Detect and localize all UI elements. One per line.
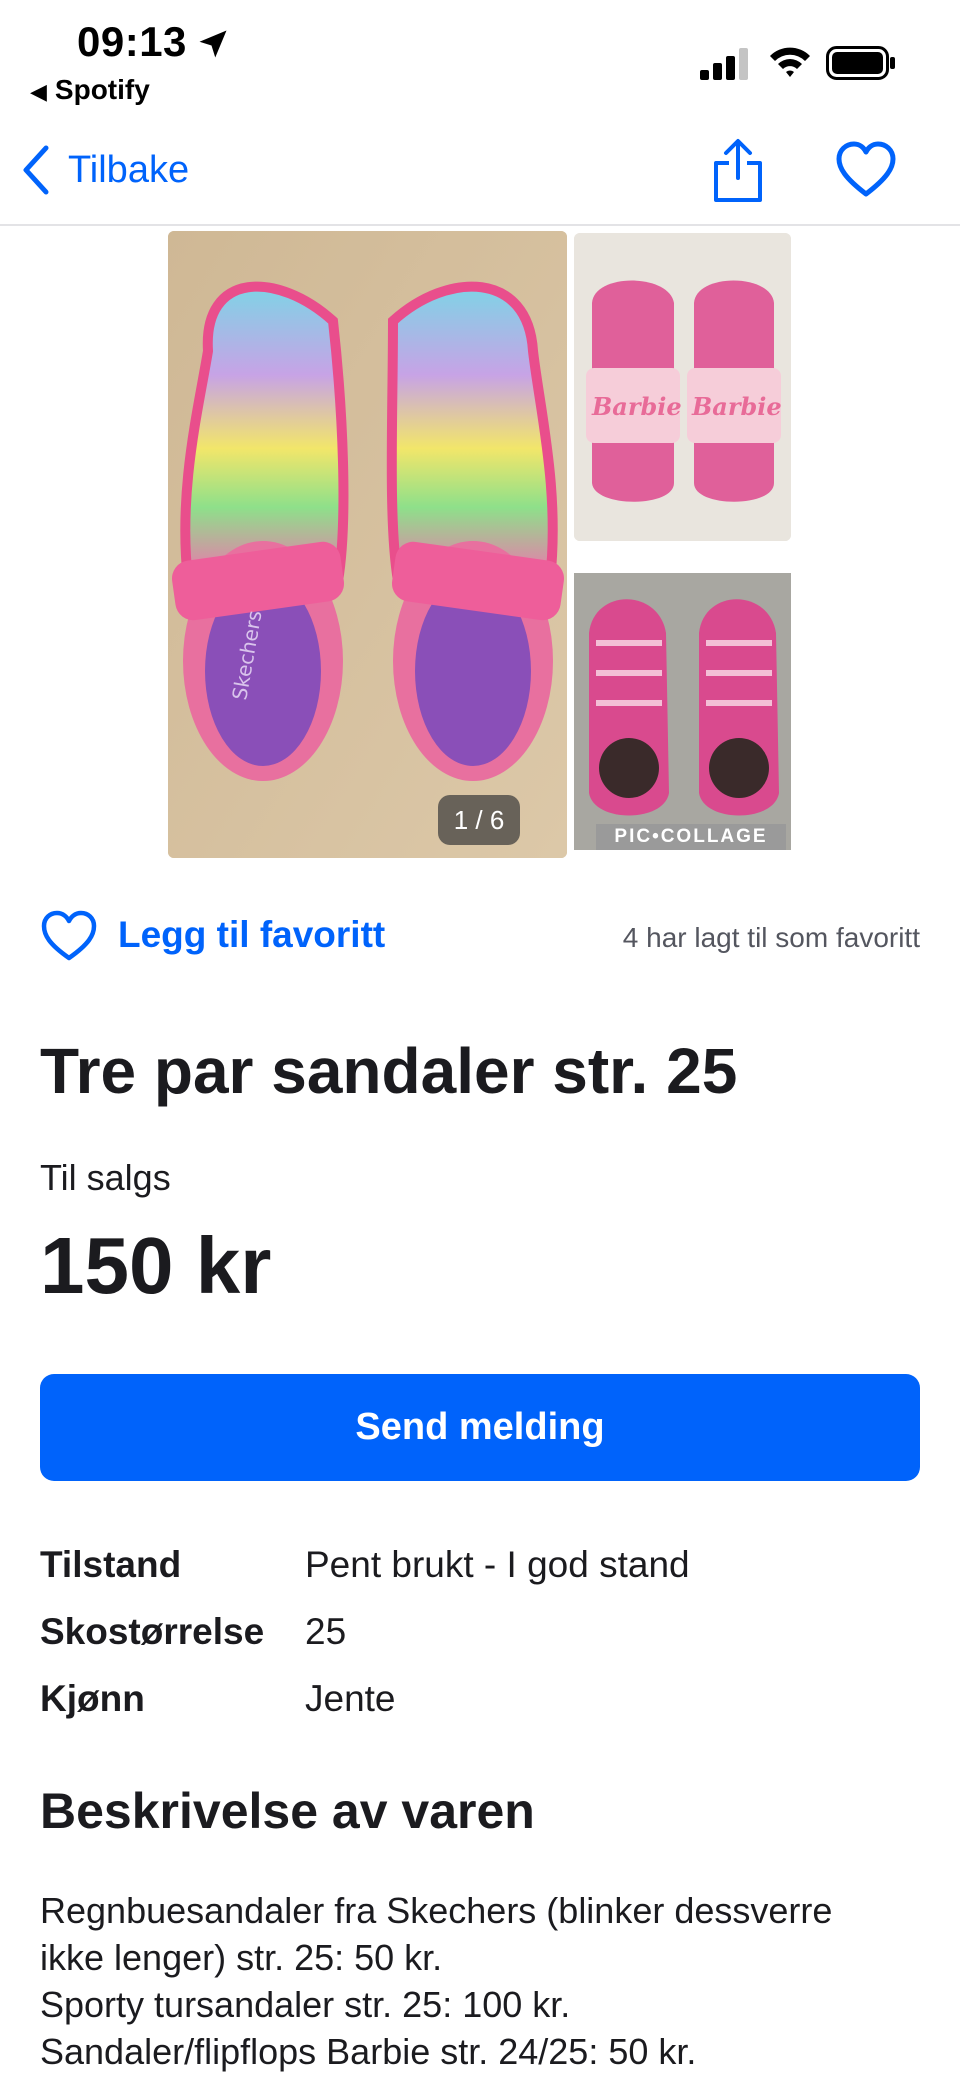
attribute-value: 25 (305, 1611, 347, 1652)
favorite-count: 4 har lagt til som favoritt (622, 922, 920, 953)
back-to-app[interactable]: ◀ Spotify (30, 74, 150, 106)
listing-title: Tre par sandaler str. 25 (40, 1035, 738, 1107)
status-time: 09:13 (77, 18, 187, 65)
send-message-button[interactable]: Send melding (40, 1374, 920, 1481)
attribute-key: Skostørrelse (40, 1611, 265, 1652)
share-icon[interactable] (710, 138, 766, 204)
attribute-key: Kjønn (40, 1678, 145, 1719)
description-line: Sandaler/flipflops Barbie str. 24/25: 50… (40, 2031, 697, 2072)
barbie-logo-left: Barbie (591, 392, 682, 421)
attribute-row-condition: Tilstand Pent brukt - I god stand (40, 1544, 920, 1604)
barbie-logo-right: Barbie (691, 392, 782, 421)
location-arrow-icon (199, 30, 227, 58)
wifi-icon (770, 47, 810, 77)
back-button[interactable]: Tilbake (18, 140, 189, 200)
favorite-heart-icon[interactable] (835, 140, 897, 200)
description-line: ikke lenger) str. 25: 50 kr. (40, 1937, 443, 1978)
attribute-value: Jente (305, 1678, 396, 1719)
description-heading: Beskrivelse av varen (40, 1783, 535, 1839)
description-line: Sporty tursandaler str. 25: 100 kr. (40, 1984, 571, 2025)
back-label: Tilbake (68, 148, 190, 191)
description-line: Regnbuesandaler fra Skechers (blinker de… (40, 1890, 833, 1931)
back-triangle-icon: ◀ (30, 79, 47, 104)
heart-icon[interactable] (40, 910, 98, 962)
piccollage-watermark: PIC•COLLAGE (596, 824, 786, 850)
image-counter: 1 / 6 (438, 795, 520, 845)
main-product-image[interactable]: Skechers (168, 231, 567, 858)
nav-divider (0, 224, 960, 226)
battery-icon (826, 46, 895, 80)
cellular-signal-icon (700, 48, 748, 80)
back-app-label: Spotify (54, 74, 150, 105)
attribute-value: Pent brukt - I god stand (305, 1544, 690, 1585)
attribute-row-gender: Kjønn Jente (40, 1678, 920, 1738)
barbie-slides-image[interactable]: Barbie Barbie (574, 233, 791, 541)
sale-status: Til salgs (40, 1157, 171, 1198)
sport-sandals-image[interactable] (574, 573, 791, 850)
chevron-left-icon (23, 145, 49, 195)
add-favorite-button[interactable]: Legg til favoritt (118, 914, 385, 956)
listing-price: 150 kr (40, 1221, 272, 1310)
attribute-row-shoe-size: Skostørrelse 25 (40, 1611, 920, 1671)
attribute-key: Tilstand (40, 1544, 182, 1585)
